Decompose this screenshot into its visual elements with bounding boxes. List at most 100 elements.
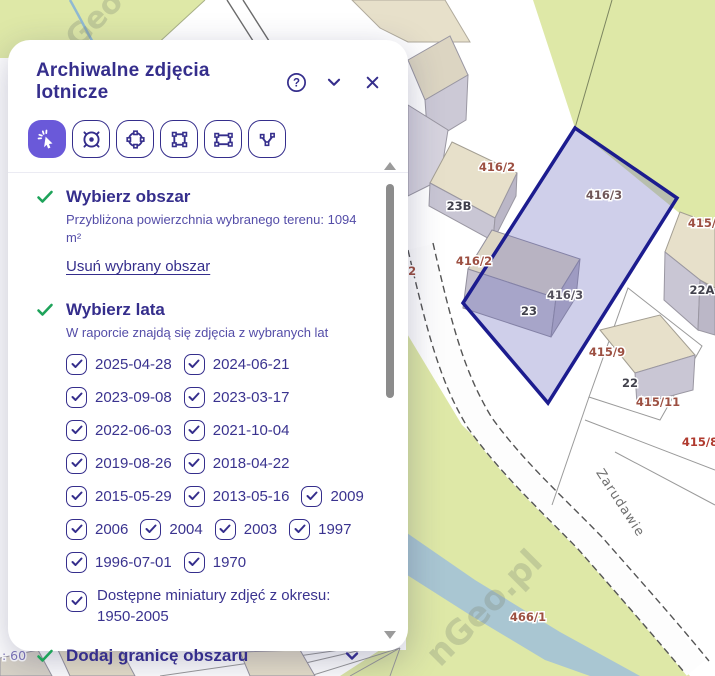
year-checkbox-item[interactable]: 2024-06-21: [184, 354, 290, 375]
year-checkbox[interactable]: [289, 519, 310, 540]
add-border-heading: Dodaj granicę obszaru: [66, 646, 248, 666]
parcel-label: 415/8: [682, 435, 715, 449]
year-checkbox[interactable]: [66, 453, 87, 474]
panel-header: Archiwalne zdjęcia lotnicze ?: [8, 40, 408, 104]
parcel-label: 416/2: [479, 160, 515, 174]
year-checkbox-item[interactable]: 2006: [66, 519, 128, 540]
section-select-years: Wybierz lata: [36, 300, 368, 320]
year-checkbox-item[interactable]: 2025-04-28: [66, 354, 172, 375]
year-row: 2025-04-28 2024-06-21: [66, 354, 368, 375]
year-checkbox[interactable]: [140, 519, 161, 540]
parcel-label: 23B: [447, 199, 472, 213]
year-checkbox-list: 2025-04-28 2024-06-21 2023-09-08 2023-03-17…: [66, 354, 368, 573]
year-row: 1996-07-01 1970: [66, 552, 368, 573]
year-checkbox[interactable]: [66, 486, 87, 507]
select-area-heading: Wybierz obszar: [66, 187, 190, 207]
year-label: 1996-07-01: [95, 554, 172, 571]
year-checkbox[interactable]: [301, 486, 322, 507]
parcel-label: 416/2: [456, 254, 492, 268]
year-checkbox[interactable]: [184, 552, 205, 573]
tool-select-pointer[interactable]: [28, 120, 66, 158]
year-checkbox-item[interactable]: 1970: [184, 552, 246, 573]
year-checkbox[interactable]: [66, 354, 87, 375]
year-label: 2022-06-03: [95, 422, 172, 439]
scroll-down-arrow[interactable]: [384, 631, 396, 639]
year-checkbox[interactable]: [184, 486, 205, 507]
panel-content: Wybierz obszar Przybliżona powierzchnia …: [8, 173, 408, 666]
year-checkbox-item[interactable]: 2019-08-26: [66, 453, 172, 474]
year-checkbox-item[interactable]: 2003: [215, 519, 277, 540]
year-checkbox[interactable]: [184, 354, 205, 375]
parcel-label: 415/9: [589, 345, 625, 359]
year-checkbox-item[interactable]: 2013-05-16: [184, 486, 290, 507]
tool-select-rectangle[interactable]: [160, 120, 198, 158]
scroll-up-arrow[interactable]: [384, 162, 396, 170]
year-checkbox-item[interactable]: 2004: [140, 519, 202, 540]
thumbnails-checkbox-item[interactable]: Dostępne miniatury zdjęć z okresu: 1950-…: [66, 585, 368, 629]
parcel-label: 415/11: [636, 395, 680, 409]
panel-title: Archiwalne zdjęcia lotnicze: [36, 60, 284, 104]
tool-select-circle[interactable]: [116, 120, 154, 158]
expand-border-section-button[interactable]: [342, 646, 362, 666]
scrollbar-thumb[interactable]: [386, 184, 394, 398]
year-row: 2023-09-08 2023-03-17: [66, 387, 368, 408]
svg-text:?: ?: [292, 77, 299, 89]
year-checkbox[interactable]: [66, 552, 87, 573]
year-checkbox-item[interactable]: 2022-06-03: [66, 420, 172, 441]
parcel-label: 22: [622, 376, 638, 390]
green-check-icon: [36, 302, 54, 318]
selection-toolbar: [28, 120, 408, 158]
year-checkbox-item[interactable]: 2018-04-22: [184, 453, 290, 474]
year-label: 2015-05-29: [95, 488, 172, 505]
year-checkbox[interactable]: [184, 453, 205, 474]
year-checkbox-item[interactable]: 2023-09-08: [66, 387, 172, 408]
remove-area-link[interactable]: Usuń wybrany obszar: [66, 258, 210, 275]
area-description: Przybliżona powierzchnia wybranego teren…: [66, 211, 368, 246]
parcel-label: 416/3: [586, 188, 622, 202]
tool-select-extent[interactable]: [204, 120, 242, 158]
year-checkbox-item[interactable]: 2009: [301, 486, 363, 507]
year-label: 2023-09-08: [95, 389, 172, 406]
year-checkbox-item[interactable]: 2021-10-04: [184, 420, 290, 441]
year-checkbox-item[interactable]: 1996-07-01: [66, 552, 172, 573]
help-icon[interactable]: ?: [284, 70, 308, 94]
year-checkbox-item[interactable]: 2015-05-29: [66, 486, 172, 507]
year-checkbox[interactable]: [215, 519, 236, 540]
year-checkbox[interactable]: [184, 387, 205, 408]
year-label: 2019-08-26: [95, 455, 172, 472]
year-label: 2024-06-21: [213, 356, 290, 373]
year-row: 2022-06-03 2021-10-04: [66, 420, 368, 441]
year-checkbox[interactable]: [66, 420, 87, 441]
section-add-border: Dodaj granicę obszaru: [36, 646, 368, 666]
parcel-label: 22A: [690, 283, 715, 297]
tool-select-polyline[interactable]: [248, 120, 286, 158]
select-years-heading: Wybierz lata: [66, 300, 165, 320]
green-check-icon: [36, 189, 54, 205]
parcel-label: 466/1: [510, 610, 546, 624]
year-row: 2015-05-29 2013-05-16 2009: [66, 486, 368, 507]
year-label: 2021-10-04: [213, 422, 290, 439]
years-description: W raporcie znajdą się zdjęcia z wybranyc…: [66, 324, 368, 342]
year-row: 2019-08-26 2018-04-22: [66, 453, 368, 474]
year-checkbox[interactable]: [184, 420, 205, 441]
year-label: 2013-05-16: [213, 488, 290, 505]
tool-select-point[interactable]: [72, 120, 110, 158]
archival-photos-panel: Archiwalne zdjęcia lotnicze ?: [8, 40, 408, 651]
section-select-area: Wybierz obszar: [36, 187, 368, 207]
thumbnails-checkbox[interactable]: [66, 591, 87, 612]
year-label: 1997: [318, 521, 351, 538]
year-label: 2025-04-28: [95, 356, 172, 373]
year-checkbox[interactable]: [66, 387, 87, 408]
green-check-icon: [36, 648, 54, 664]
year-label: 1970: [213, 554, 246, 571]
year-checkbox-item[interactable]: 1997: [289, 519, 351, 540]
parcel-label: 23: [521, 304, 537, 318]
year-checkbox[interactable]: [66, 519, 87, 540]
year-checkbox-item[interactable]: 2023-03-17: [184, 387, 290, 408]
year-label: 2006: [95, 521, 128, 538]
year-label: 2004: [169, 521, 202, 538]
year-row: 2006 2004 2003 1997: [66, 519, 368, 540]
close-icon[interactable]: [360, 70, 384, 94]
collapse-panel-button[interactable]: [322, 70, 346, 94]
thumbnails-label: Dostępne miniatury zdjęć z okresu: 1950-…: [97, 585, 368, 629]
